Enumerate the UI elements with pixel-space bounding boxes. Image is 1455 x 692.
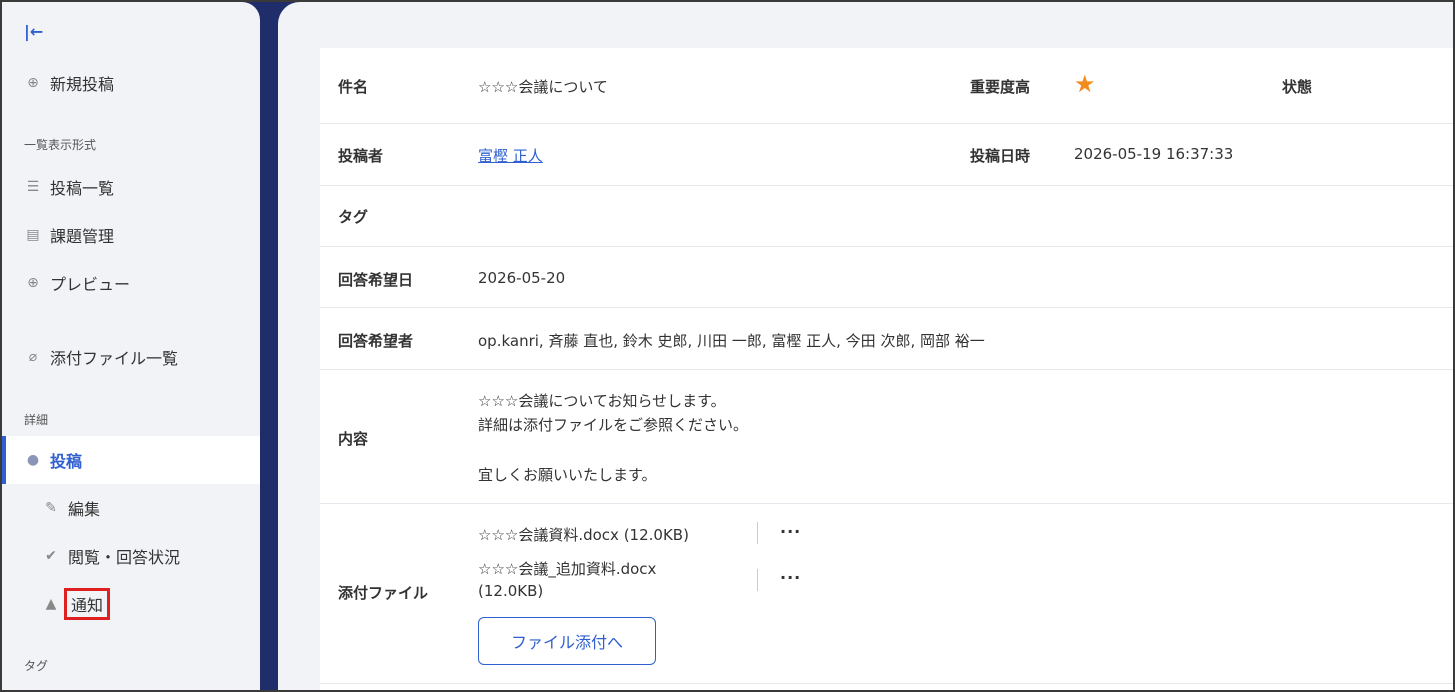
sidebar-item-edit[interactable]: ✎ 編集 xyxy=(2,484,260,532)
poster-row: 投稿者 富樫 正人 投稿日時 2026-05-19 16:37:33 xyxy=(320,124,1453,186)
respondents-row: 回答希望者 op.kanri, 斉藤 直也, 鈴木 史郎, 川田 一郎, 富樫 … xyxy=(320,308,1453,370)
divider xyxy=(757,522,758,544)
pencil-icon: ✎ xyxy=(45,500,57,516)
section-details: 詳細 xyxy=(24,413,49,427)
due-date-value: 2026-05-20 xyxy=(478,269,566,287)
subject-value: ☆☆☆会議について xyxy=(478,78,608,96)
post-detail-card: 件名 ☆☆☆会議について 重要度高 ★ 状態 投稿者 富樫 正人 投稿日時 20… xyxy=(320,48,1453,690)
more-icon[interactable]: ··· xyxy=(780,522,801,541)
sidebar-item-label: 添付ファイル一覧 xyxy=(50,349,179,368)
document-icon: ▤ xyxy=(26,227,40,243)
respondents-label: 回答希望者 xyxy=(338,332,414,350)
content-line-3: 宜しくお願いいたします。 xyxy=(478,466,657,484)
sidebar-item-label: 課題管理 xyxy=(50,227,115,246)
main-panel: 件名 ☆☆☆会議について 重要度高 ★ 状態 投稿者 富樫 正人 投稿日時 20… xyxy=(278,2,1453,690)
post-datetime-value: 2026-05-19 16:37:33 xyxy=(1074,145,1234,163)
plus-circle-icon: ⊕ xyxy=(27,75,39,91)
paperclip-icon: ⌀ xyxy=(28,349,38,365)
sidebar-item-attachment-list[interactable]: ⌀ 添付ファイル一覧 xyxy=(2,333,260,381)
status-label: 状態 xyxy=(1282,78,1313,96)
attachment-row: 添付ファイル ☆☆☆会議資料.docx (12.0KB) ··· ☆☆☆会議_追… xyxy=(320,504,1453,684)
content-line-2: 詳細は添付ファイルをご参照ください。 xyxy=(478,416,749,434)
sidebar-item-label: 編集 xyxy=(68,500,101,519)
zoom-icon: ⊕ xyxy=(27,275,39,291)
due-date-row: 回答希望日 2026-05-20 xyxy=(320,247,1453,308)
attachment-label: 添付ファイル xyxy=(338,584,429,602)
check-circle-icon: ✔ xyxy=(45,548,57,564)
sidebar-item-label: 投稿 xyxy=(50,452,83,471)
respondents-value: op.kanri, 斉藤 直也, 鈴木 史郎, 川田 一郎, 富樫 正人, 今田… xyxy=(478,332,985,350)
new-post-label: 新規投稿 xyxy=(50,75,115,94)
sidebar-item-post[interactable]: ● 投稿 xyxy=(2,436,260,484)
tag-row: タグ xyxy=(320,186,1453,247)
sidebar-item-read-status[interactable]: ✔ 閲覧・回答状況 xyxy=(2,532,260,580)
list-icon: ☰ xyxy=(26,179,40,195)
notification-label-highlighted: 通知 xyxy=(64,588,111,620)
attachment-file-2-size: (12.0KB) xyxy=(478,582,544,600)
sidebar-item-label: プレビュー xyxy=(50,275,131,294)
collapse-left-icon[interactable]: |← xyxy=(24,22,44,42)
attachment-file-1[interactable]: ☆☆☆会議資料.docx (12.0KB) xyxy=(478,524,689,545)
sidebar-item-preview[interactable]: ⊕ プレビュー xyxy=(2,259,260,307)
new-post-button[interactable]: ⊕ 新規投稿 xyxy=(2,59,260,107)
tag-label: タグ xyxy=(338,208,369,226)
content-label: 内容 xyxy=(338,430,369,448)
section-tags: タグ xyxy=(24,659,49,673)
divider xyxy=(757,569,758,591)
subject-row: 件名 ☆☆☆会議について 重要度高 ★ 状態 xyxy=(320,48,1453,124)
section-list-format: 一覧表示形式 xyxy=(24,138,97,152)
sidebar: |← ⊕ 新規投稿 一覧表示形式 ☰ 投稿一覧 ▤ 課題管理 ⊕ プレビュー ⌀… xyxy=(2,2,260,690)
bell-icon: ▲ xyxy=(45,596,57,612)
star-icon: ★ xyxy=(1074,70,1096,98)
sidebar-item-label: 投稿一覧 xyxy=(50,179,115,198)
sidebar-item-label: 閲覧・回答状況 xyxy=(68,548,181,567)
poster-label: 投稿者 xyxy=(338,147,384,165)
attach-file-button[interactable]: ファイル添付へ xyxy=(478,617,656,665)
more-icon[interactable]: ··· xyxy=(780,568,801,587)
importance-label: 重要度高 xyxy=(970,78,1031,96)
content-line-1: ☆☆☆会議についてお知らせします。 xyxy=(478,392,726,410)
content-row: 内容 ☆☆☆会議についてお知らせします。 詳細は添付ファイルをご参照ください。 … xyxy=(320,370,1453,504)
speech-bubble-icon: ● xyxy=(26,452,40,468)
subject-label: 件名 xyxy=(338,78,369,96)
poster-link[interactable]: 富樫 正人 xyxy=(478,145,543,166)
post-datetime-label: 投稿日時 xyxy=(970,147,1031,165)
attachment-file-2[interactable]: ☆☆☆会議_追加資料.docx xyxy=(478,558,656,579)
sidebar-item-notification[interactable]: ▲ 通知 xyxy=(2,580,260,628)
due-date-label: 回答希望日 xyxy=(338,271,414,289)
sidebar-item-post-list[interactable]: ☰ 投稿一覧 xyxy=(2,163,260,211)
sidebar-item-task-management[interactable]: ▤ 課題管理 xyxy=(2,211,260,259)
